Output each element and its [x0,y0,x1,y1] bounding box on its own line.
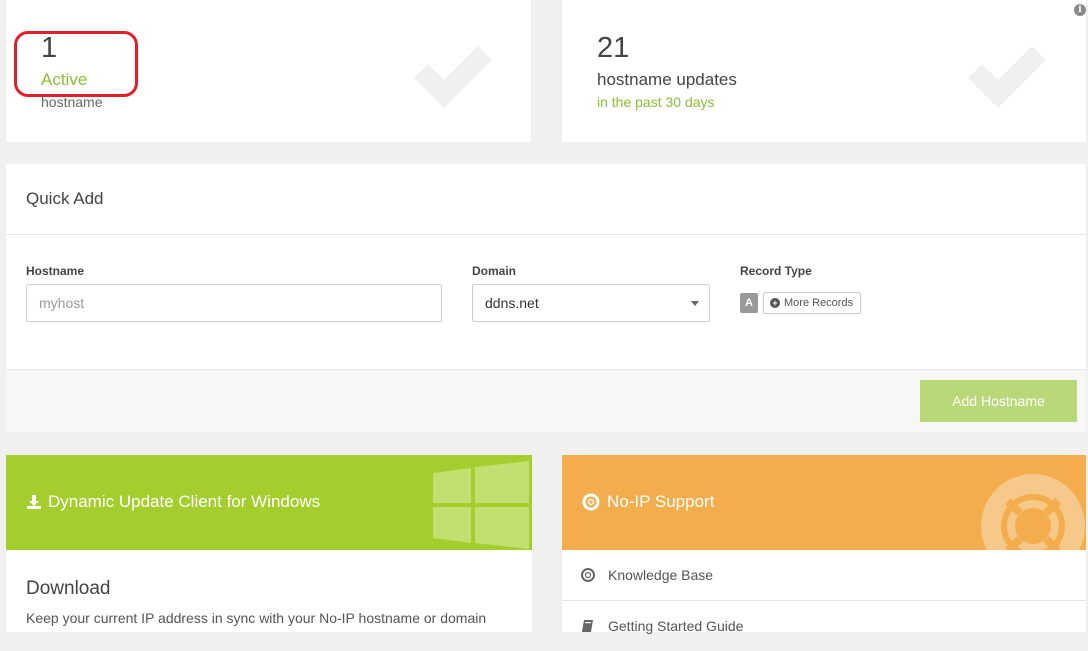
checkmark-icon [968,46,1046,108]
download-heading: Download [26,578,111,599]
record-type-a-badge[interactable]: A [740,293,758,313]
updates-label: hostname updates [597,70,737,89]
hostname-updates-card: 21 hostname updates in the past 30 days … [562,0,1086,142]
domain-select[interactable]: ddns.net [472,284,710,322]
highlight-annotation [14,31,138,97]
more-records-label: More Records [784,297,854,309]
quick-add-title: Quick Add [26,189,104,208]
support-card-header[interactable]: No-IP Support [562,455,1086,550]
quick-add-footer: Add Hostname [6,369,1086,432]
download-icon [27,495,41,509]
domain-label: Domain [472,264,517,278]
knowledge-base-label: Knowledge Base [608,567,714,583]
dynamic-update-client-card: Dynamic Update Client for Windows Downlo… [6,455,532,632]
lifebuoy-icon [582,493,600,511]
no-ip-support-card: No-IP Support Knowledge Base Getting Sta… [562,455,1086,634]
record-type-label: Record Type [740,264,812,278]
chevron-down-icon [691,301,699,306]
download-description: Keep your current IP address in sync wit… [26,610,487,626]
lifebuoy-icon [581,568,595,582]
checkmark-icon [414,46,492,108]
add-hostname-button[interactable]: Add Hostname [920,380,1077,422]
updates-period: in the past 30 days [597,94,715,110]
getting-started-guide-link[interactable]: Getting Started Guide [562,601,1086,651]
more-records-button[interactable]: + More Records [763,292,862,314]
hostname-label: Hostname [26,264,85,278]
divider [6,234,1086,235]
update-count: 21 [597,32,630,64]
knowledge-base-link[interactable]: Knowledge Base [562,550,1086,600]
info-icon[interactable]: i [1074,4,1086,16]
lifebuoy-icon [981,474,1085,550]
download-card-header[interactable]: Dynamic Update Client for Windows [6,455,532,550]
domain-value: ddns.net [485,295,539,311]
quick-add-panel: Quick Add Hostname myhost Domain ddns.ne… [6,164,1086,432]
download-card-title: Dynamic Update Client for Windows [48,492,321,511]
active-hostnames-card: 1 Active hostname [6,0,531,142]
support-card-title: No-IP Support [607,492,715,511]
plus-circle-icon: + [770,298,780,308]
windows-logo-icon [433,461,529,549]
hostname-input[interactable]: myhost [26,284,442,322]
